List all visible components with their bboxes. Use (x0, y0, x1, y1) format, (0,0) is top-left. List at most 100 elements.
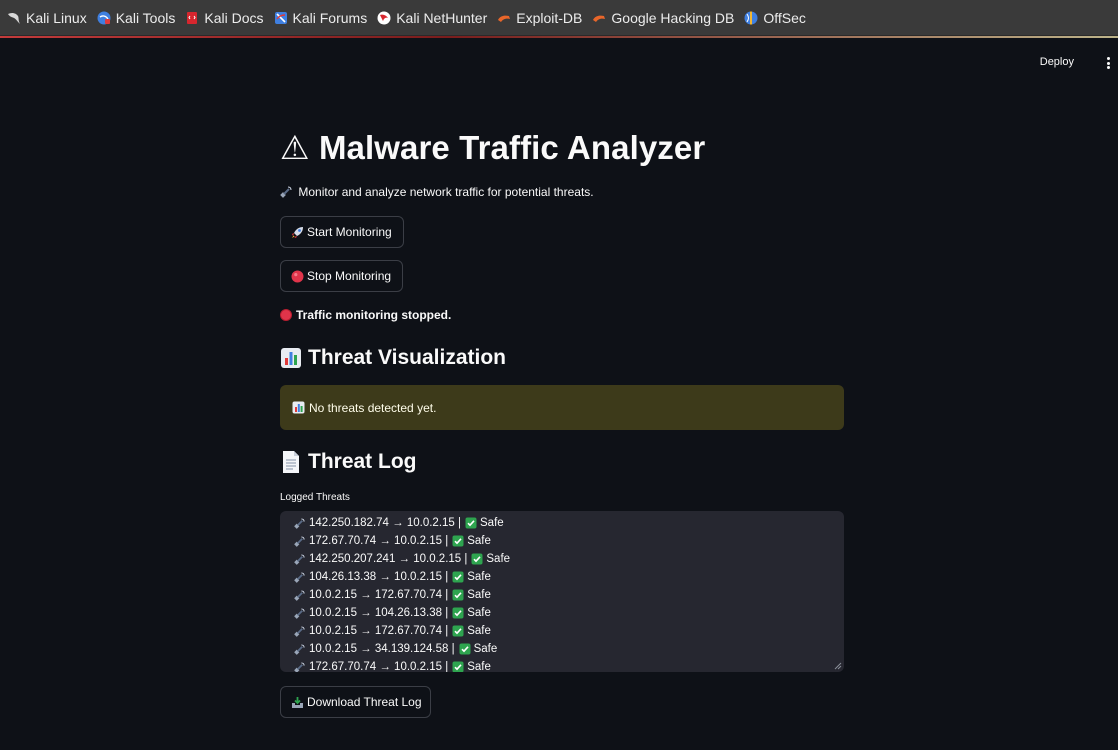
bookmark-kali-tools[interactable]: Kali Tools (92, 0, 181, 36)
log-dst: 10.0.2.15 (406, 517, 455, 529)
satellite-icon (294, 589, 305, 601)
bar-chart-icon (292, 401, 305, 414)
satellite-icon (280, 186, 292, 201)
bookmark-label: Kali Docs (204, 9, 264, 26)
log-src: 10.0.2.15 (309, 643, 357, 655)
log-route: 172.67.70.74 → 10.0.2.15 | (309, 535, 448, 547)
kali-nethunter-icon (377, 11, 391, 25)
log-route: 10.0.2.15 → 104.26.13.38 | (309, 607, 448, 619)
log-dst: 10.0.2.15 (394, 571, 443, 583)
separator: | (442, 589, 449, 601)
log-status: Safe (486, 553, 511, 565)
bookmark-kali-forums[interactable]: Kali Forums (269, 0, 373, 36)
page-title: ⚠ Malware Traffic Analyzer (280, 129, 706, 166)
start-monitoring-button[interactable]: Start Monitoring (280, 216, 404, 248)
download-threat-log-button[interactable]: Download Threat Log (280, 686, 431, 718)
logged-threats-label: Logged Threats (280, 492, 350, 503)
log-route: 10.0.2.15 → 172.67.70.74 | (309, 589, 448, 601)
log-src: 104.26.13.38 (309, 571, 377, 583)
offsec-icon (744, 11, 758, 25)
log-line: 10.0.2.15 → 34.139.124.58 | Safe (294, 640, 834, 658)
log-route: 142.250.207.241 → 10.0.2.15 | (309, 553, 467, 565)
bookmark-label: Google Hacking DB (611, 9, 735, 26)
subtitle-text: Monitor and analyze network traffic for … (298, 185, 594, 199)
logged-threats-textarea[interactable]: 142.250.182.74 → 10.0.2.15 | Safe 172.67.7… (280, 511, 844, 672)
check-mark-icon (452, 535, 464, 547)
arrow-icon: → (356, 625, 375, 637)
ghdb-icon (592, 11, 606, 25)
log-dst: 172.67.70.74 (374, 589, 443, 601)
red-circle-icon (280, 309, 292, 321)
stop-monitoring-label: Stop Monitoring (307, 269, 392, 283)
download-tray-icon (291, 696, 304, 709)
check-mark-icon (452, 607, 464, 619)
bookmark-google-hacking-db[interactable]: Google Hacking DB (587, 0, 739, 36)
kali-dragon-icon (7, 11, 21, 25)
log-status: Safe (467, 625, 491, 637)
log-line: 10.0.2.15 → 172.67.70.74 | Safe (294, 586, 834, 604)
separator: | (442, 535, 449, 547)
bookmark-label: Exploit-DB (516, 9, 583, 26)
check-mark-icon (465, 517, 477, 529)
log-src: 142.250.182.74 (309, 517, 389, 529)
bookmark-offsec[interactable]: OffSec (739, 0, 811, 36)
log-status: Safe (467, 571, 491, 583)
satellite-icon (294, 607, 305, 619)
satellite-icon (294, 517, 305, 529)
log-dst: 10.0.2.15 (394, 535, 443, 547)
check-mark-icon (471, 553, 483, 565)
kali-docs-icon (185, 11, 199, 25)
log-line: 10.0.2.15 → 172.67.70.74 | Safe (294, 622, 834, 640)
check-mark-icon (452, 571, 464, 583)
page-subtitle: Monitor and analyze network traffic for … (280, 185, 594, 201)
log-route: 172.67.70.74 → 10.0.2.15 | (309, 661, 448, 672)
bookmark-label: Kali Forums (292, 9, 368, 26)
log-status: Safe (480, 517, 504, 529)
threat-log-heading: Threat Log (280, 450, 417, 474)
separator: | (442, 571, 449, 583)
log-dst: 10.0.2.15 (394, 661, 443, 672)
log-status: Safe (467, 535, 491, 547)
arrow-icon: → (356, 589, 375, 601)
deploy-button[interactable]: Deploy (1040, 56, 1074, 68)
heading-text: Threat Log (308, 450, 417, 473)
status-text: Traffic monitoring stopped. (296, 308, 452, 322)
arrow-icon: → (376, 571, 395, 583)
bookmark-kali-nethunter[interactable]: Kali NetHunter (372, 0, 492, 36)
check-mark-icon (452, 625, 464, 637)
bookmark-label: Kali Linux (26, 9, 87, 26)
monitoring-status: Traffic monitoring stopped. (280, 308, 451, 322)
bookmark-kali-linux[interactable]: Kali Linux (2, 0, 92, 36)
log-status: Safe (473, 643, 498, 655)
log-src: 172.67.70.74 (309, 661, 377, 672)
separator: | (448, 643, 455, 655)
stop-monitoring-button[interactable]: Stop Monitoring (280, 260, 403, 292)
satellite-icon (294, 625, 305, 637)
main-menu-icon[interactable] (1106, 57, 1110, 69)
arrow-icon: → (376, 661, 395, 672)
app-header: Deploy (0, 38, 1118, 90)
threat-visualization-heading: Threat Visualization (280, 346, 506, 370)
satellite-icon (294, 553, 305, 565)
log-route: 10.0.2.15 → 34.139.124.58 | (309, 643, 455, 655)
check-mark-icon (452, 589, 464, 601)
resize-grip-icon[interactable] (833, 661, 842, 670)
satellite-icon (294, 535, 305, 547)
rocket-icon (291, 226, 304, 239)
arrow-icon: → (356, 607, 375, 619)
log-status: Safe (467, 607, 491, 619)
satellite-icon (294, 643, 305, 655)
log-line: 142.250.207.241 → 10.0.2.15 | Safe (294, 550, 834, 568)
no-threats-alert: No threats detected yet. (280, 385, 844, 430)
arrow-icon: → (356, 643, 375, 655)
log-dst: 34.139.124.58 (374, 643, 449, 655)
log-dst: 10.0.2.15 (413, 553, 462, 565)
bookmark-exploit-db[interactable]: Exploit-DB (492, 0, 587, 36)
log-line: 172.67.70.74 → 10.0.2.15 | Safe (294, 658, 834, 672)
log-src: 10.0.2.15 (309, 589, 357, 601)
satellite-icon (294, 571, 305, 583)
bookmark-kali-docs[interactable]: Kali Docs (180, 0, 268, 36)
log-status: Safe (467, 661, 491, 672)
red-circle-icon (291, 270, 304, 283)
log-line: 104.26.13.38 → 10.0.2.15 | Safe (294, 568, 834, 586)
